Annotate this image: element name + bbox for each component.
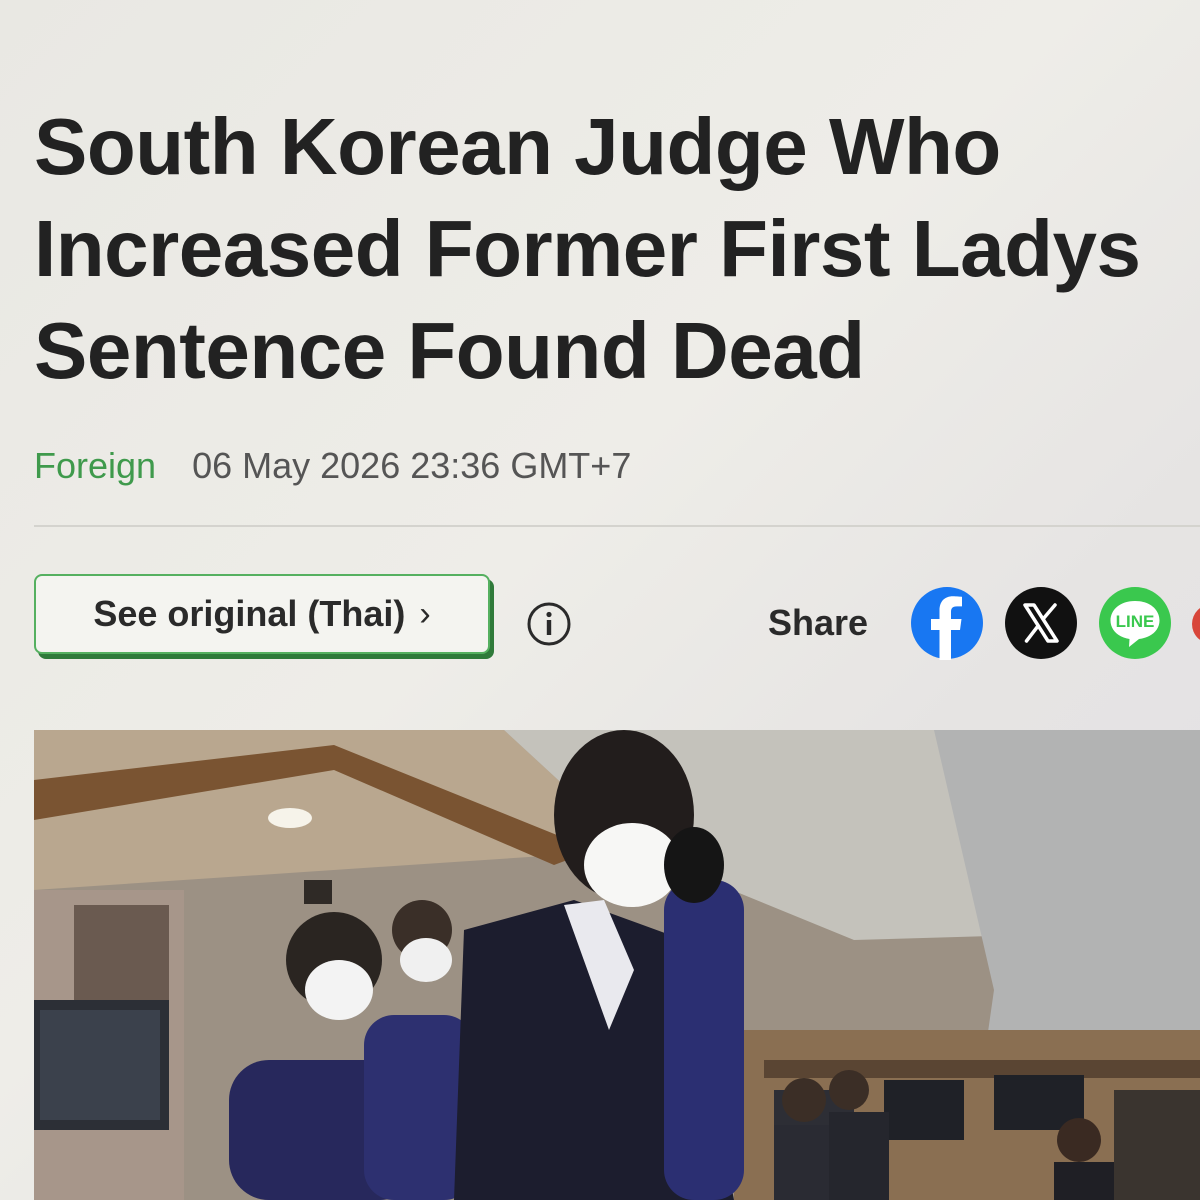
- chevron-right-icon: ›: [419, 594, 431, 633]
- x-share-icon[interactable]: [1004, 586, 1078, 660]
- article-headline: South Korean Judge Who Increased Former …: [34, 96, 1174, 402]
- publish-date: 06 May 2026 23:36 GMT+7: [192, 445, 632, 486]
- article-photo: [34, 730, 1200, 1200]
- article-meta: Foreign 06 May 2026 23:36 GMT+7: [34, 444, 631, 488]
- more-share-icon[interactable]: [1192, 604, 1200, 644]
- category-link[interactable]: Foreign: [34, 445, 156, 486]
- line-share-icon[interactable]: LINE: [1098, 586, 1172, 660]
- see-original-button[interactable]: See original (Thai) ›: [34, 574, 490, 654]
- article-page: South Korean Judge Who Increased Former …: [0, 0, 1200, 1200]
- headline-line-1: South Korean Judge Who: [34, 102, 1001, 191]
- line-icon-label: LINE: [1116, 612, 1155, 631]
- headline-line-3: Sentence Found Dead: [34, 306, 865, 395]
- see-original-label: See original (Thai): [93, 593, 406, 634]
- info-circle-icon[interactable]: [525, 600, 573, 648]
- headline-line-2: Increased Former First Ladys: [34, 204, 1141, 293]
- share-label: Share: [768, 602, 869, 643]
- divider: [34, 525, 1200, 527]
- facebook-share-icon[interactable]: [910, 586, 984, 660]
